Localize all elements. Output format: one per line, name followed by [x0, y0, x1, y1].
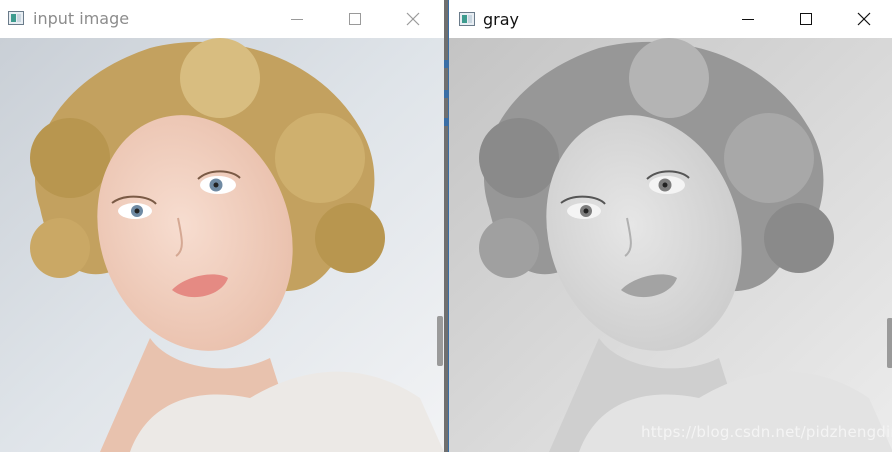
- portrait-image: [0, 38, 444, 452]
- minimize-icon[interactable]: [736, 7, 760, 31]
- input-image-canvas: [0, 38, 444, 452]
- input-image-window: input image: [0, 0, 445, 452]
- portrait-image-grayscale: [449, 38, 892, 452]
- scrollbar-thumb[interactable]: [887, 318, 892, 368]
- gray-image-canvas: https://blog.csdn.net/pidzhengding: [449, 38, 892, 452]
- scrollbar-thumb[interactable]: [437, 316, 443, 366]
- window-title: input image: [33, 9, 130, 28]
- title-bar[interactable]: input image: [0, 0, 444, 38]
- close-icon[interactable]: [401, 7, 425, 31]
- watermark-text: https://blog.csdn.net/pidzhengding: [641, 423, 892, 441]
- minimize-icon[interactable]: [285, 7, 309, 31]
- app-window-icon: [459, 12, 475, 26]
- maximize-icon[interactable]: [794, 7, 818, 31]
- window-title: gray: [483, 10, 520, 29]
- close-icon[interactable]: [852, 7, 876, 31]
- maximize-icon[interactable]: [343, 7, 367, 31]
- title-bar[interactable]: gray: [449, 0, 892, 38]
- app-window-icon: [8, 11, 24, 25]
- gray-image-window: gray https://blog.csdn.net/pidzhengding: [448, 0, 892, 452]
